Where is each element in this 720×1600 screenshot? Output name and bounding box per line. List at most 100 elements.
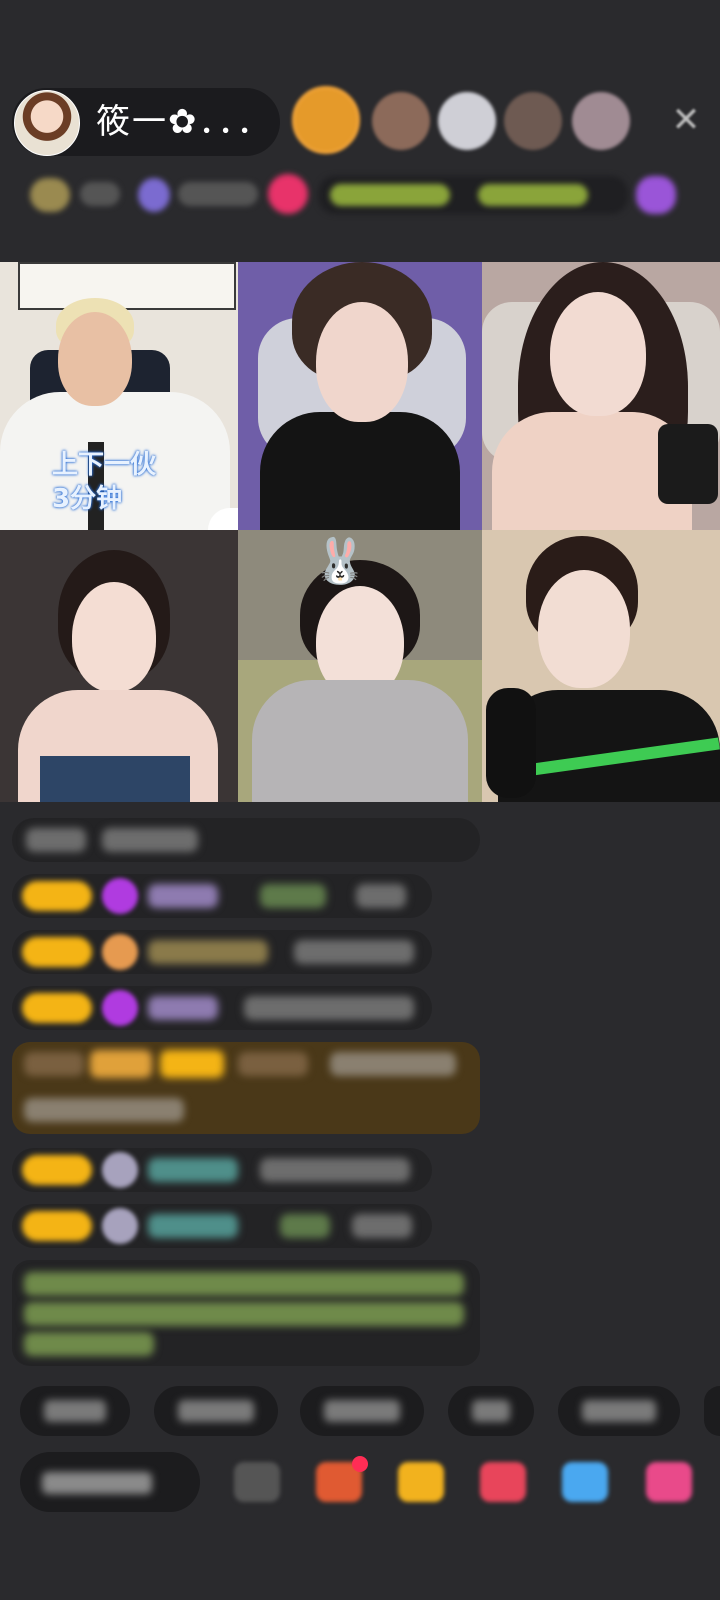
video-tile[interactable] [482, 262, 720, 530]
blurred-text [24, 1332, 154, 1356]
blurred-label [472, 1400, 510, 1422]
caption-line: 上下一伙 [52, 450, 157, 480]
user-avatar [102, 1208, 138, 1244]
bottom-action-bar [0, 1448, 720, 1518]
person-face [58, 312, 132, 406]
person-body [260, 412, 460, 530]
video-tile[interactable] [0, 530, 238, 802]
blurred-label [178, 1400, 254, 1422]
top-viewer-avatar[interactable] [572, 92, 630, 150]
chat-message[interactable] [12, 1148, 432, 1192]
blurred-text [260, 884, 326, 908]
top-viewer-avatar[interactable] [292, 86, 360, 154]
blurred-username [148, 1158, 238, 1182]
user-avatar [102, 1152, 138, 1188]
top-viewer-avatar[interactable] [504, 92, 562, 150]
blurred-username [148, 940, 268, 964]
blurred-placeholder [42, 1472, 152, 1494]
blurred-username [148, 1214, 238, 1238]
diamond-icon [102, 878, 138, 914]
diamond-icon [102, 990, 138, 1026]
quick-reply-chip[interactable] [300, 1386, 424, 1436]
host-name: 筱一✿．．． [96, 102, 273, 142]
blurred-text [244, 996, 414, 1020]
blurred-label [44, 1400, 106, 1422]
video-tile[interactable]: 🐰 [238, 530, 482, 802]
flame-icon [102, 934, 138, 970]
blurred-username [148, 996, 218, 1020]
level-badge [22, 881, 92, 911]
gift-icon[interactable] [646, 1462, 692, 1502]
say-something-input[interactable] [20, 1452, 200, 1512]
blurred-text [352, 1214, 412, 1238]
hot-badge[interactable] [268, 174, 308, 214]
activity-banner-text [478, 184, 588, 206]
chat-message[interactable] [12, 930, 432, 974]
video-tile[interactable] [238, 262, 482, 530]
emoji-icon[interactable] [234, 1462, 280, 1502]
blurred-text [102, 828, 198, 852]
close-icon[interactable]: ✕ [664, 98, 708, 142]
level-badge [22, 937, 92, 967]
blurred-text [24, 1272, 464, 1296]
activity-icon[interactable] [636, 176, 676, 214]
chat-message[interactable] [12, 874, 432, 918]
room-badges-row [0, 170, 720, 222]
person-face [550, 292, 646, 416]
blurred-text [24, 1302, 464, 1326]
video-tile[interactable] [482, 530, 720, 802]
chat-message[interactable] [12, 986, 432, 1030]
popularity-text [178, 182, 258, 206]
blurred-badge [160, 1050, 224, 1078]
notice-message [12, 1260, 480, 1366]
host-info-pill[interactable]: 筱一✿．．． [12, 88, 280, 156]
multi-guest-video-grid: 上下一伙 3分钟 🐰 [0, 262, 720, 802]
quick-reply-chip[interactable] [20, 1386, 130, 1436]
highlight-message[interactable] [12, 1042, 480, 1134]
blurred-text [24, 1098, 184, 1122]
activity-banner-text [330, 184, 450, 206]
top-viewer-avatar[interactable] [438, 92, 496, 150]
heart-icon[interactable] [480, 1462, 526, 1502]
quick-reply-chip[interactable] [558, 1386, 680, 1436]
live-room-header: 筱一✿．．． ✕ [0, 0, 720, 260]
host-avatar[interactable] [14, 90, 80, 156]
person-face [316, 302, 408, 422]
music-caption: 上下一伙 3分钟 [52, 448, 156, 516]
blurred-text [260, 1158, 410, 1182]
blurred-label [582, 1400, 656, 1422]
microphone [486, 688, 536, 798]
quick-reply-row [0, 1386, 720, 1436]
chat-message[interactable] [12, 1204, 432, 1248]
blurred-badge [90, 1050, 152, 1078]
quick-reply-chip[interactable] [448, 1386, 534, 1436]
bunny-icon: 🐰 [312, 536, 368, 587]
microphone [658, 424, 718, 504]
video-tile[interactable]: 上下一伙 3分钟 [0, 262, 238, 530]
caption-line: 3分钟 [52, 484, 123, 514]
calligraphy-frame [18, 262, 236, 310]
top-viewer-avatar[interactable] [372, 92, 430, 150]
person-face [538, 570, 630, 688]
blurred-label [324, 1400, 400, 1422]
person-body [252, 680, 468, 802]
rank-badge[interactable] [30, 178, 70, 212]
level-badge [22, 1211, 92, 1241]
blurred-text [280, 1214, 330, 1238]
level-badge [22, 1155, 92, 1185]
blurred-username [148, 884, 218, 908]
quick-reply-chip[interactable] [704, 1386, 720, 1436]
person-face [72, 582, 156, 692]
message-icon[interactable] [562, 1462, 608, 1502]
blurred-text [356, 884, 406, 908]
popularity-badge[interactable] [138, 178, 170, 212]
quick-reply-chip[interactable] [154, 1386, 278, 1436]
rank-text [80, 182, 120, 206]
system-message [12, 818, 480, 862]
level-badge [22, 993, 92, 1023]
treasure-icon[interactable] [398, 1462, 444, 1502]
blurred-text [294, 940, 414, 964]
denim-top [40, 756, 190, 802]
blurred-text [238, 1052, 308, 1076]
blurred-text [24, 1052, 84, 1076]
